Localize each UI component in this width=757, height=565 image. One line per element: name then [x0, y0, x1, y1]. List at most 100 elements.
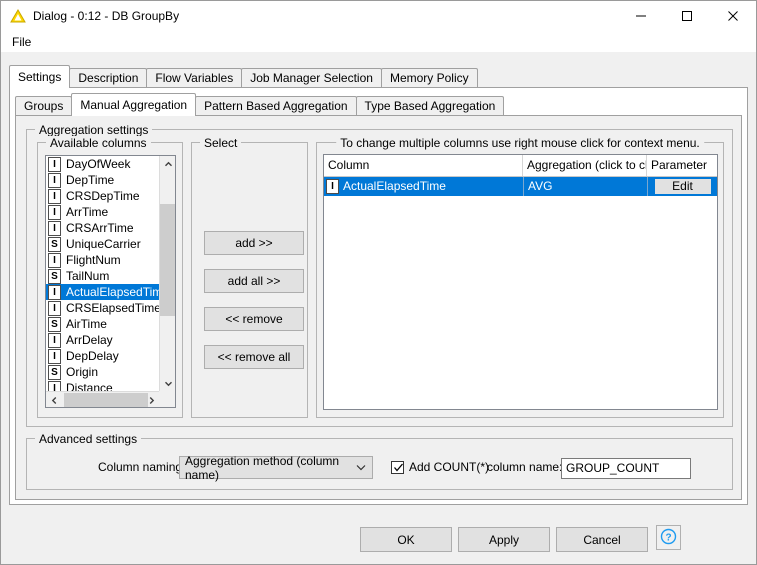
type-integer-icon: I	[48, 381, 61, 392]
cancel-button[interactable]: Cancel	[556, 527, 648, 552]
chevron-down-icon	[356, 463, 366, 473]
column-naming-select[interactable]: Aggregation method (column name)	[179, 456, 373, 479]
tab-description[interactable]: Description	[69, 68, 147, 88]
available-columns-list[interactable]: I DayOfWeek I DepTime I CRSDepTime	[45, 155, 176, 408]
list-horizontal-scrollbar[interactable]	[46, 391, 159, 407]
list-item-label: CRSDepTime	[66, 189, 140, 203]
scroll-right-icon[interactable]	[143, 392, 159, 408]
list-item[interactable]: I CRSDepTime	[46, 188, 159, 204]
add-button[interactable]: add >>	[204, 231, 304, 255]
inner-tabstrip: Groups Manual Aggregation Pattern Based …	[15, 94, 741, 116]
table-row[interactable]: I ActualElapsedTime AVG Edit	[324, 177, 717, 196]
advanced-settings-group: Advanced settings Column naming: Aggrega…	[26, 438, 733, 490]
add-count-checkbox[interactable]	[391, 461, 404, 474]
list-item[interactable]: I DepDelay	[46, 348, 159, 364]
list-item[interactable]: I Distance	[46, 380, 159, 391]
list-item-label: Origin	[66, 365, 98, 379]
tab-type-based-aggregation[interactable]: Type Based Aggregation	[356, 96, 505, 116]
list-item-label: ArrDelay	[66, 333, 113, 347]
type-string-icon: S	[48, 237, 61, 252]
column-name-input[interactable]: GROUP_COUNT	[561, 458, 691, 479]
ok-button[interactable]: OK	[360, 527, 452, 552]
list-item-label: DepDelay	[66, 349, 119, 363]
dialog-button-bar: OK Apply Cancel	[1, 514, 756, 564]
tab-memory-policy[interactable]: Memory Policy	[381, 68, 478, 88]
menu-bar: File	[1, 31, 756, 52]
list-item[interactable]: I CRSArrTime	[46, 220, 159, 236]
type-integer-icon: I	[48, 285, 61, 300]
type-string-icon: S	[48, 269, 61, 284]
list-item-label: ArrTime	[66, 205, 108, 219]
scroll-left-icon[interactable]	[46, 392, 62, 408]
manual-aggregation-panel: Aggregation settings Available columns I…	[15, 115, 742, 500]
aggregation-settings-group: Aggregation settings Available columns I…	[26, 129, 733, 427]
list-item-label: Distance	[66, 381, 113, 391]
add-all-button[interactable]: add all >>	[204, 269, 304, 293]
tab-groups[interactable]: Groups	[15, 96, 72, 116]
close-icon[interactable]	[710, 1, 756, 31]
list-item[interactable]: I FlightNum	[46, 252, 159, 268]
column-header-aggregation[interactable]: Aggregation (click to change)	[523, 155, 647, 176]
list-item-label: TailNum	[66, 269, 109, 283]
apply-button[interactable]: Apply	[458, 527, 550, 552]
maximize-icon[interactable]	[664, 1, 710, 31]
list-item-label: CRSArrTime	[66, 221, 134, 235]
add-count-label[interactable]: Add COUNT(*)	[409, 457, 489, 478]
knime-triangle-icon	[10, 8, 26, 24]
outer-tabstrip: Settings Description Flow Variables Job …	[9, 66, 748, 88]
table-header-row: Column Aggregation (click to change) Par…	[324, 155, 717, 177]
list-item[interactable]: S UniqueCarrier	[46, 236, 159, 252]
list-item[interactable]: S Origin	[46, 364, 159, 380]
table-cell-aggregation[interactable]: AVG	[523, 177, 647, 196]
list-item-label: UniqueCarrier	[66, 237, 141, 251]
scroll-down-icon[interactable]	[160, 375, 176, 391]
menu-item-file[interactable]: File	[5, 33, 38, 51]
list-item-label: ActualElapsedTime	[66, 285, 159, 299]
tab-flow-variables[interactable]: Flow Variables	[146, 68, 242, 88]
available-columns-group: Available columns I DayOfWeek I DepTime	[37, 142, 183, 418]
list-item[interactable]: I ArrDelay	[46, 332, 159, 348]
type-integer-icon: I	[48, 333, 61, 348]
type-integer-icon: I	[48, 301, 61, 316]
scroll-up-icon[interactable]	[160, 156, 176, 172]
list-item[interactable]: I DepTime	[46, 172, 159, 188]
dialog-window: Dialog - 0:12 - DB GroupBy File Settings…	[0, 0, 757, 565]
aggregation-table[interactable]: Column Aggregation (click to change) Par…	[323, 154, 718, 410]
tab-manual-aggregation[interactable]: Manual Aggregation	[71, 93, 196, 116]
tab-job-manager-selection[interactable]: Job Manager Selection	[241, 68, 382, 88]
edit-button[interactable]: Edit	[654, 178, 712, 195]
list-item[interactable]: S AirTime	[46, 316, 159, 332]
column-naming-value: Aggregation method (column name)	[185, 454, 356, 482]
remove-button[interactable]: << remove	[204, 307, 304, 331]
list-item[interactable]: I DayOfWeek	[46, 156, 159, 172]
horizontal-scroll-thumb[interactable]	[64, 393, 148, 407]
list-item-label: DayOfWeek	[66, 157, 130, 171]
vertical-scroll-thumb[interactable]	[160, 204, 175, 316]
remove-all-button[interactable]: << remove all	[204, 345, 304, 369]
list-item-selected[interactable]: I ActualElapsedTime	[46, 284, 159, 300]
help-button[interactable]: ?	[656, 525, 681, 550]
scrollbar-corner	[159, 391, 175, 407]
tab-pattern-based-aggregation[interactable]: Pattern Based Aggregation	[195, 96, 356, 116]
list-item[interactable]: S TailNum	[46, 268, 159, 284]
column-header-column[interactable]: Column	[324, 155, 523, 176]
minimize-icon[interactable]	[618, 1, 664, 31]
list-item[interactable]: I ArrTime	[46, 204, 159, 220]
window-controls	[618, 1, 756, 31]
dialog-content: Settings Description Flow Variables Job …	[1, 52, 756, 564]
available-columns-title: Available columns	[46, 136, 151, 150]
list-item[interactable]: I CRSElapsedTime	[46, 300, 159, 316]
advanced-settings-title: Advanced settings	[35, 432, 141, 446]
title-bar: Dialog - 0:12 - DB GroupBy	[1, 1, 756, 31]
tab-settings[interactable]: Settings	[9, 65, 70, 88]
type-integer-icon: I	[48, 189, 61, 204]
type-integer-icon: I	[48, 173, 61, 188]
select-group-title: Select	[200, 136, 241, 150]
type-integer-icon: I	[326, 179, 339, 194]
column-name-label: column name:	[487, 457, 562, 478]
list-item-label: DepTime	[66, 173, 114, 187]
column-header-parameter[interactable]: Parameter	[647, 155, 717, 176]
type-string-icon: S	[48, 365, 61, 380]
list-vertical-scrollbar[interactable]	[159, 156, 175, 391]
table-cell-column[interactable]: I ActualElapsedTime	[324, 177, 523, 196]
